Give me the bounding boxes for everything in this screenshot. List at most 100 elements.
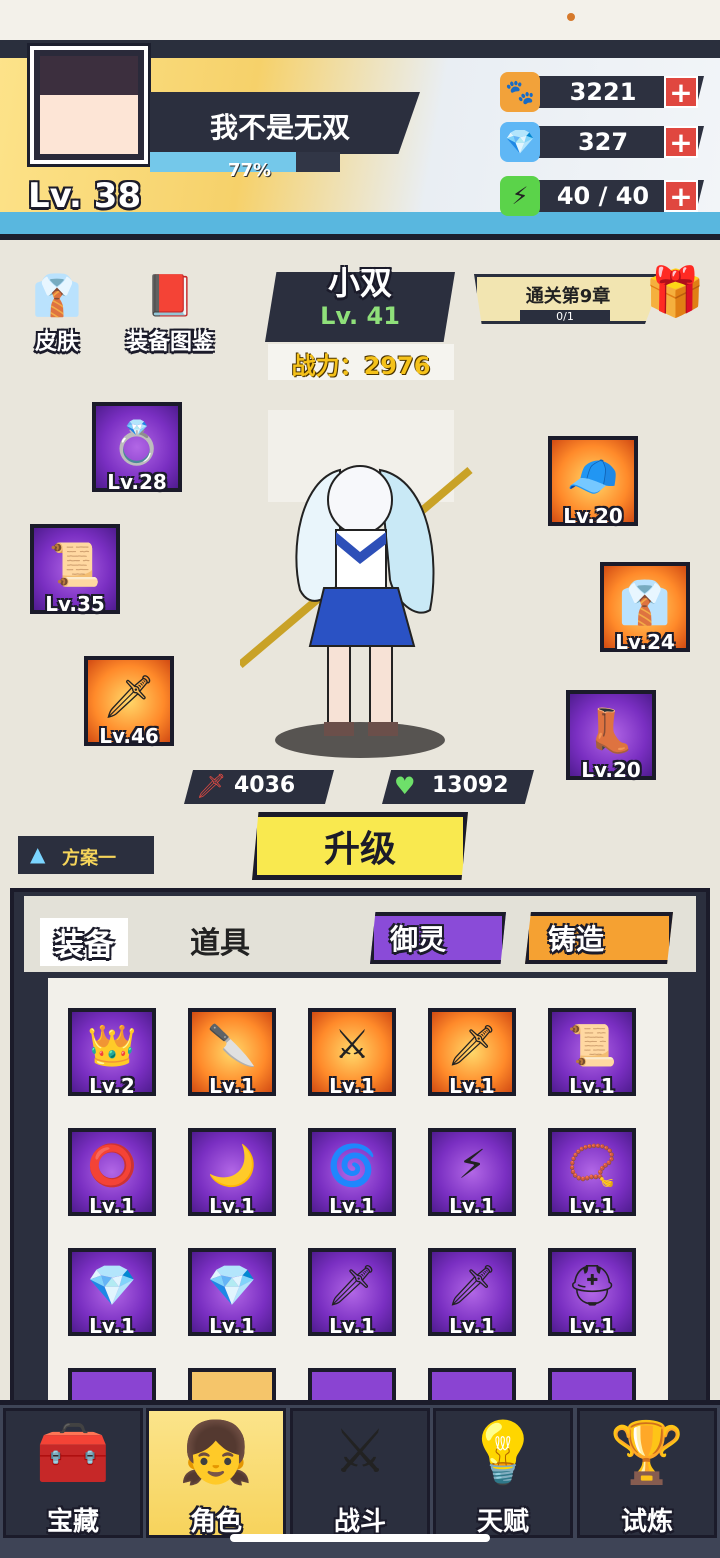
item-level: Lv.2 bbox=[89, 1074, 135, 1098]
item-level: Lv.1 bbox=[89, 1314, 135, 1338]
paw-coin-value: 3221 bbox=[569, 78, 637, 106]
equipment-slot-uniform[interactable]: 👔 Lv.24 bbox=[600, 562, 690, 654]
skin-button[interactable]: 👔 皮肤 bbox=[12, 262, 102, 356]
inventory-item[interactable]: 📜 Lv.1 bbox=[548, 1008, 636, 1098]
inventory-item-partial[interactable] bbox=[188, 1368, 276, 1400]
item-level: Lv.1 bbox=[329, 1194, 375, 1218]
nav-crossed-swords[interactable]: ⚔ 战斗 bbox=[290, 1408, 430, 1538]
equipment-slot-weapon[interactable]: 🗡 Lv.46 bbox=[84, 656, 174, 748]
diamond-icon: 💎 bbox=[500, 122, 540, 162]
inventory-item-partial[interactable] bbox=[548, 1368, 636, 1400]
crossed-swords-icon: ⚔ bbox=[333, 1417, 387, 1487]
inventory-item[interactable]: ⭕ Lv.1 bbox=[68, 1128, 156, 1218]
emblem-icon: 🏆 bbox=[609, 1418, 685, 1488]
equipment-codex-label: 装备图鉴 bbox=[125, 330, 214, 355]
inventory-item[interactable]: 📿 Lv.1 bbox=[548, 1128, 636, 1218]
sword-icon: ⚔ bbox=[334, 1022, 370, 1068]
player-level: Lv. 38 bbox=[28, 176, 142, 216]
inventory-item[interactable]: 🗡 Lv.1 bbox=[308, 1248, 396, 1338]
tab-items[interactable]: 道具 bbox=[190, 918, 250, 962]
equipment-codex-button[interactable]: 📕 装备图鉴 bbox=[110, 262, 230, 356]
player-name: 我不是无双 bbox=[209, 111, 350, 144]
helmet-icon: ⛑ bbox=[566, 1263, 618, 1309]
inventory-item-partial[interactable] bbox=[428, 1368, 516, 1400]
inventory-item[interactable]: 👑 Lv.2 bbox=[68, 1008, 156, 1098]
inventory-item[interactable]: 🗡 Lv.1 bbox=[428, 1008, 516, 1098]
sword-icon: 🗡 bbox=[102, 672, 156, 721]
item-level: Lv.1 bbox=[449, 1194, 495, 1218]
scroll-icon: 📜 bbox=[48, 540, 102, 589]
uniform-icon: 👔 bbox=[32, 272, 82, 319]
triangle-up-icon: ▲ bbox=[30, 842, 46, 866]
item-level: Lv.1 bbox=[449, 1314, 495, 1338]
lightbulb-icon: 💡 bbox=[465, 1418, 541, 1488]
blade-icon: 🗡 bbox=[446, 1023, 498, 1069]
nav-character[interactable]: 👧 角色 bbox=[146, 1408, 286, 1538]
ring-icon: 🌙 bbox=[207, 1143, 257, 1189]
skin-label: 皮肤 bbox=[34, 330, 79, 355]
book-icon: 📕 bbox=[145, 272, 195, 319]
inventory-item-partial[interactable] bbox=[68, 1368, 156, 1400]
inventory-item[interactable]: 🔪 Lv.1 bbox=[188, 1008, 276, 1098]
inventory-item[interactable]: 🌙 Lv.1 bbox=[188, 1128, 276, 1218]
treasure-chest-icon: 🧰 bbox=[35, 1418, 111, 1488]
item-level: Lv.1 bbox=[449, 1074, 495, 1098]
equipment-slot-scroll[interactable]: 📜 Lv.35 bbox=[30, 524, 120, 616]
inventory-item[interactable]: 💎 Lv.1 bbox=[68, 1248, 156, 1338]
hp-value: 13092 bbox=[432, 773, 509, 798]
equipment-slot-hat[interactable]: 🧢 Lv.20 bbox=[548, 436, 638, 528]
energy-counter: ⚡ 40 / 40 + bbox=[500, 176, 704, 216]
slot-level: Lv.35 bbox=[45, 592, 105, 616]
inventory-item[interactable]: ⚔ Lv.1 bbox=[308, 1008, 396, 1098]
spirit-label: 御灵 bbox=[390, 923, 447, 956]
equipment-slot-ring[interactable]: 💍 Lv.28 bbox=[92, 402, 182, 494]
inventory-item[interactable]: ⛑ Lv.1 bbox=[548, 1248, 636, 1338]
player-avatar[interactable] bbox=[30, 46, 148, 164]
tiara-icon: 👑 bbox=[87, 1023, 137, 1069]
lightning-icon: ⚡ bbox=[500, 176, 540, 216]
nav-label: 角色 bbox=[189, 1507, 242, 1537]
nav-treasure-chest[interactable]: 🧰 宝藏 bbox=[3, 1408, 143, 1538]
equipment-slot-boots[interactable]: 👢 Lv.20 bbox=[566, 690, 656, 782]
avatar-portrait bbox=[40, 56, 138, 154]
paw-coin-counter: 🐾 3221 + bbox=[500, 72, 704, 112]
exp-bar-fill bbox=[150, 152, 297, 172]
inventory-item-partial[interactable] bbox=[308, 1368, 396, 1400]
character-name: 小双 bbox=[327, 264, 392, 302]
add-diamond-button[interactable]: + bbox=[664, 126, 698, 158]
chapter-progress: 0/1 bbox=[520, 310, 610, 324]
item-level: Lv.1 bbox=[89, 1194, 135, 1218]
inventory-item[interactable]: 🌀 Lv.1 bbox=[308, 1128, 396, 1218]
sword-icon: 🗡 bbox=[196, 772, 227, 800]
cap-icon: 🧢 bbox=[566, 452, 620, 501]
boot-icon: 👢 bbox=[584, 706, 638, 755]
inventory-item[interactable]: 🗡 Lv.1 bbox=[428, 1248, 516, 1338]
hp-stat: ♥ 13092 bbox=[382, 770, 534, 804]
tab-equipment[interactable]: 装备 bbox=[40, 918, 128, 966]
dagger-icon: 🗡 bbox=[326, 1263, 378, 1309]
add-paw-coin-button[interactable]: + bbox=[664, 76, 698, 108]
attack-stat: 🗡 4036 bbox=[184, 770, 334, 804]
nav-label: 战斗 bbox=[333, 1507, 386, 1537]
camera-indicator-dot bbox=[567, 13, 575, 21]
gift-icon[interactable]: 🎁 bbox=[640, 256, 710, 326]
nav-lightbulb[interactable]: 💡 天赋 bbox=[433, 1408, 573, 1538]
home-indicator bbox=[230, 1534, 490, 1542]
ring-icon: 💍 bbox=[110, 418, 164, 467]
slot-level: Lv.20 bbox=[563, 504, 623, 528]
nav-emblem[interactable]: 🏆 试炼 bbox=[577, 1408, 717, 1538]
amulet-icon: 💎 bbox=[87, 1263, 137, 1309]
add-energy-button[interactable]: + bbox=[664, 180, 698, 212]
slot-level: Lv.20 bbox=[581, 758, 641, 782]
nav-label: 试炼 bbox=[620, 1507, 673, 1537]
inventory-item[interactable]: 💎 Lv.1 bbox=[188, 1248, 276, 1338]
item-level: Lv.1 bbox=[329, 1074, 375, 1098]
loadout-plan-label: 方案一 bbox=[62, 848, 116, 869]
energy-value: 40 / 40 bbox=[556, 182, 650, 210]
inventory-item[interactable]: ⚡ Lv.1 bbox=[428, 1128, 516, 1218]
status-bar bbox=[0, 0, 720, 40]
paw-icon: 🐾 bbox=[500, 72, 540, 112]
blade-icon: 🔪 bbox=[207, 1023, 257, 1069]
item-level: Lv.1 bbox=[569, 1074, 615, 1098]
item-level: Lv.1 bbox=[569, 1194, 615, 1218]
